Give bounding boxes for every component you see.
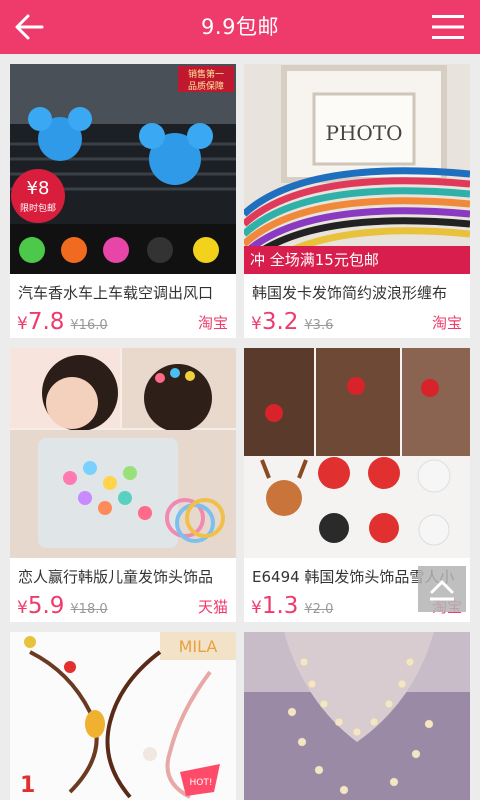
currency-symbol: ¥ — [251, 598, 262, 618]
original-price: ¥2.0 — [304, 602, 334, 617]
product-grid: ¥8 限时包邮 销售第一 品质保障 汽车香水车上车载空调出风口 ¥7.8 ¥16.… — [0, 54, 480, 800]
original-price: ¥18.0 — [70, 602, 108, 617]
hamburger-menu-icon[interactable] — [430, 12, 466, 42]
image-text: MILA — [179, 637, 218, 656]
product-card[interactable]: MILA HOT! 1 — [10, 632, 236, 800]
product-name: 汽车香水车上车载空调出风口 — [18, 284, 214, 302]
product-image — [244, 632, 470, 800]
product-image: ¥8 限时包邮 销售第一 品质保障 — [10, 64, 236, 274]
hot-tag-text: HOT! — [190, 778, 213, 788]
product-card[interactable] — [244, 632, 470, 800]
product-price: ¥1.3 ¥2.0 — [251, 591, 333, 621]
top-bar: 9.9包邮 — [0, 0, 480, 54]
currency-symbol: ¥ — [17, 598, 28, 618]
current-price: 1.3 — [261, 593, 299, 619]
product-price: ¥7.8 ¥16.0 — [17, 307, 108, 337]
product-card[interactable]: 恋人赢行韩版儿童发饰头饰品 ¥5.9 ¥18.0 天猫 — [10, 348, 236, 622]
shop-label: 淘宝 — [431, 314, 462, 332]
product-image — [244, 348, 470, 558]
product-card[interactable]: ¥8 限时包邮 销售第一 品质保障 汽车香水车上车载空调出风口 ¥7.8 ¥16.… — [10, 64, 236, 338]
product-name: 恋人赢行韩版儿童发饰头饰品 — [18, 568, 214, 586]
image-tag-line2: 品质保障 — [188, 80, 224, 92]
product-image: PHOTO 冲 全场满15元包邮 — [244, 64, 470, 274]
product-name: 韩国发卡发饰简约波浪形缠布 — [252, 284, 448, 302]
currency-symbol: ¥ — [17, 314, 28, 334]
product-image — [10, 348, 236, 558]
original-price: ¥3.6 — [304, 318, 334, 333]
product-price: ¥3.2 ¥3.6 — [251, 307, 333, 337]
price-badge-subtext: 限时包邮 — [20, 202, 56, 214]
price-badge-text: ¥8 — [27, 178, 50, 199]
current-price: 3.2 — [261, 309, 299, 335]
product-image: MILA HOT! 1 — [10, 632, 236, 800]
photo-frame-text: PHOTO — [325, 121, 402, 145]
product-card[interactable]: PHOTO 冲 全场满15元包邮 韩国发卡发饰简约波浪形缠布 ¥3.2 ¥3.6 … — [244, 64, 470, 338]
currency-symbol: ¥ — [251, 314, 262, 334]
current-price: 5.9 — [27, 593, 65, 619]
current-price: 7.8 — [27, 309, 65, 335]
original-price: ¥16.0 — [70, 318, 108, 333]
scroll-to-top-icon[interactable] — [418, 566, 466, 612]
page-title: 9.9包邮 — [201, 15, 279, 39]
product-price: ¥5.9 ¥18.0 — [17, 591, 108, 621]
promo-banner: 冲 全场满15元包邮 — [244, 246, 470, 274]
svg-text:1: 1 — [20, 773, 35, 798]
shop-label: 天猫 — [197, 598, 228, 616]
image-tag-line1: 销售第一 — [188, 68, 224, 80]
shop-label: 淘宝 — [197, 314, 228, 332]
